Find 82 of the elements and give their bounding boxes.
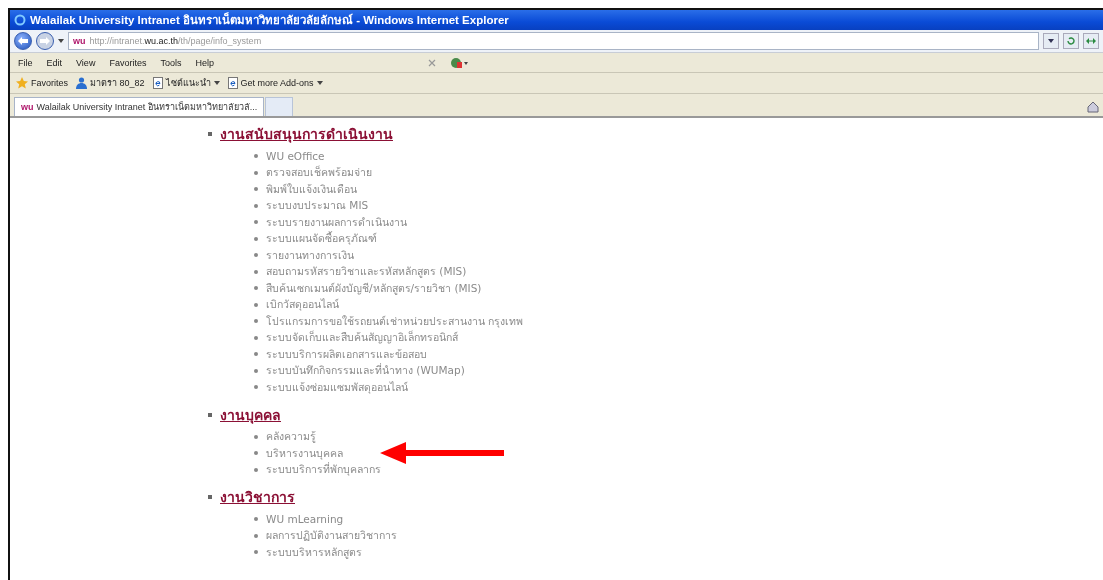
home-icon[interactable] <box>1087 101 1099 113</box>
system-link[interactable]: WU mLearning <box>266 513 344 526</box>
double-arrow-icon <box>1086 37 1096 45</box>
section-heading-link[interactable]: งานบุคคล <box>220 403 281 426</box>
bullet-icon <box>254 352 258 357</box>
bullet-icon <box>254 154 258 159</box>
bullet-icon <box>254 170 258 175</box>
system-link[interactable]: รายงานทางการเงิน <box>266 246 354 264</box>
back-button[interactable] <box>14 32 32 50</box>
favorites-item[interactable]: Favorites <box>16 77 68 89</box>
caret-icon <box>1048 39 1054 43</box>
refresh-icon <box>1066 36 1076 46</box>
bullet-icon <box>254 335 258 340</box>
bullet-icon <box>254 467 258 472</box>
favorites-item[interactable]: ไซต์แนะนำ <box>152 76 220 90</box>
menu-item[interactable]: View <box>76 57 96 68</box>
system-link[interactable]: ระบบรายงานผลการดำเนินงาน <box>266 213 407 231</box>
system-link[interactable]: ระบบบริการที่พักบุคลากร <box>266 461 381 479</box>
bullet-icon <box>254 220 258 225</box>
bullet-icon <box>254 533 258 538</box>
system-link[interactable]: ระบบแจ้งซ่อมแซมพัสดุออนไลน์ <box>266 378 408 396</box>
bullet-icon <box>254 269 258 274</box>
caret-icon <box>213 81 220 85</box>
caret-icon <box>316 81 323 85</box>
forward-button[interactable] <box>36 32 54 50</box>
bullet-icon <box>254 451 258 456</box>
bullet-icon <box>254 253 258 258</box>
bullet-icon <box>254 203 258 208</box>
forward-arrow-icon <box>40 37 50 45</box>
address-field[interactable]: wu http://intranet.wu.ac.th/th/page/info_system <box>68 32 1039 50</box>
menu-item[interactable]: Tools <box>160 57 182 68</box>
bullet-icon <box>254 286 258 291</box>
bullet-icon <box>254 517 258 522</box>
system-link[interactable]: ระบบแผนจัดซื้อครุภัณฑ์ <box>266 230 377 248</box>
square-bullet-icon <box>208 132 212 136</box>
system-link[interactable]: คลังความรู้ <box>266 428 316 446</box>
menu-item[interactable]: Help <box>195 57 214 68</box>
browser-tab[interactable]: wu Walailak University Intranet อินทราเน็ตมหาวิทยาลัยวลั... <box>14 97 265 116</box>
system-link[interactable]: ระบบจัดเก็บและสืบค้นสัญญาอิเล็กทรอนิกส์ <box>266 329 458 347</box>
page-icon <box>152 77 163 89</box>
refresh-button[interactable] <box>1063 33 1079 49</box>
bullet-icon <box>254 187 258 192</box>
system-link[interactable]: WU eOffice <box>266 150 325 163</box>
system-link[interactable]: สืบค้นเซกเมนต์ผังบัญชี/หลักสูตร/รายวิชา (MIS) <box>266 279 482 297</box>
square-bullet-icon <box>208 495 212 499</box>
system-link[interactable]: บริหารงานบุคคล <box>266 444 343 462</box>
system-link[interactable]: ระบบบริหารหลักสูตร <box>266 543 362 561</box>
bullet-icon <box>254 302 258 307</box>
star-icon <box>16 77 28 89</box>
square-bullet-icon <box>208 412 212 417</box>
system-link[interactable]: โปรแกรมการขอใช้รถยนต์เช่าหน่วยประสานงาน กรุงเทพ <box>266 312 524 330</box>
bullet-icon <box>254 319 258 324</box>
bullet-icon <box>254 434 258 439</box>
caret-icon <box>58 39 64 43</box>
system-link[interactable]: ผลการปฏิบัติงานสายวิชาการ <box>266 527 397 545</box>
menu-item[interactable]: Edit <box>46 57 63 68</box>
toolbar-addon-icon[interactable] <box>449 56 468 69</box>
system-link[interactable]: เบิกวัสดุออนไลน์ <box>266 296 339 314</box>
bullet-icon <box>254 236 258 241</box>
favorites-item[interactable]: Get more Add-ons <box>227 77 323 89</box>
bullet-icon <box>254 385 258 390</box>
close-icon[interactable] <box>427 58 436 67</box>
system-link[interactable]: ระบบงบประมาณ MIS <box>266 197 369 215</box>
page-icon <box>227 77 238 89</box>
bullet-icon <box>254 368 258 373</box>
dropdown-button[interactable] <box>1043 33 1059 49</box>
window-title: Walailak University Intranet อินทราเน็ตมหาวิทยาลัยวลัยลักษณ์ - Windows Internet Explorer <box>30 11 509 28</box>
system-link[interactable]: พิมพ์ใบแจ้งเงินเดือน <box>266 180 357 198</box>
system-link[interactable]: ตรวจสอบเช็คพร้อมจ่าย <box>266 164 372 182</box>
person-icon <box>76 77 87 89</box>
section-heading-link[interactable]: งานวิชาการ <box>220 486 295 508</box>
bullet-icon <box>254 550 258 555</box>
menu-item[interactable]: File <box>18 57 33 68</box>
arrows-button[interactable] <box>1083 33 1099 49</box>
system-link[interactable]: ระบบบันทึกกิจกรรมและที่นำทาง (WUMap) <box>266 362 465 380</box>
menu-item[interactable]: Favorites <box>109 57 147 68</box>
back-arrow-icon <box>18 37 28 45</box>
browser-logo-icon <box>14 14 26 26</box>
favorites-item[interactable]: มาตรา 80_82 <box>76 76 145 90</box>
system-link[interactable]: ระบบบริการผลิตเอกสารและข้อสอบ <box>266 345 427 363</box>
system-link[interactable]: สอบถามรหัสรายวิชาและรหัสหลักสูตร (MIS) <box>266 263 467 281</box>
section-heading-link[interactable]: งานสนับสนุนการดำเนินงาน <box>220 123 393 145</box>
